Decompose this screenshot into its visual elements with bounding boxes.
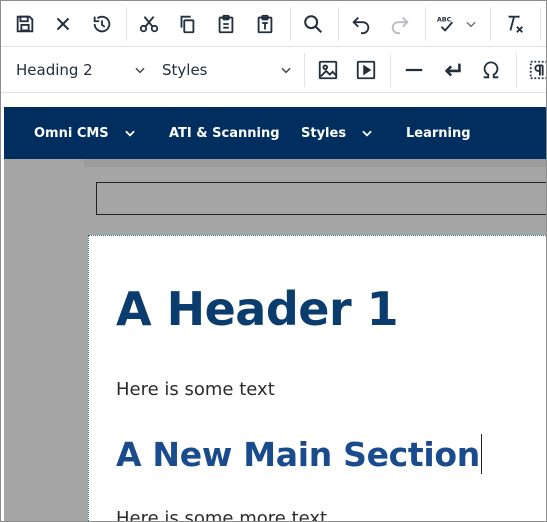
toolbar-separator <box>126 7 127 41</box>
nav-item-ati-scanning[interactable]: ATI & Scanning <box>169 107 280 159</box>
heading-2-text: A New Main Section <box>116 435 480 474</box>
undo-button[interactable] <box>344 8 378 40</box>
nav-item-learning[interactable]: Learning <box>406 107 471 159</box>
paragraph-2[interactable]: Here is some more text <box>116 508 327 521</box>
remove-format-icon <box>508 15 523 33</box>
nav-item-label: Styles <box>301 125 347 141</box>
horizontal-rule-button[interactable] <box>397 54 431 86</box>
toolbar-separator <box>390 53 391 87</box>
chevron-down-icon <box>135 67 145 74</box>
nav-item-label: ATI & Scanning <box>169 125 280 141</box>
search-button[interactable] <box>296 8 330 40</box>
styles-select-value: Styles <box>162 61 208 79</box>
save-icon <box>16 15 34 33</box>
editor-toolbar: ABC Heading 2 Styles <box>1 1 546 93</box>
cut-button[interactable] <box>132 8 166 40</box>
copy-icon <box>180 15 195 34</box>
search-icon <box>304 15 322 33</box>
paste-text-button[interactable] <box>248 8 282 40</box>
paragraph-icon <box>529 60 546 80</box>
toolbar-separator <box>516 53 517 87</box>
heading-2[interactable]: A New Main Section <box>116 434 482 474</box>
canvas-strip <box>84 159 546 167</box>
styles-select[interactable]: Styles <box>162 55 297 85</box>
redo-button[interactable] <box>383 8 417 40</box>
text-cursor <box>480 434 482 474</box>
paste-icon <box>218 14 234 34</box>
paragraph-1[interactable]: Here is some text <box>116 379 275 400</box>
restore-draft-icon <box>93 15 111 33</box>
spellcheck-label: ABC <box>437 15 452 23</box>
toolbar-separator <box>540 7 541 41</box>
paste-button[interactable] <box>209 8 243 40</box>
nav-item-label: Omni CMS <box>34 125 109 141</box>
block-format-value: Heading 2 <box>16 61 93 79</box>
redo-icon <box>391 16 409 35</box>
toolbar-separator <box>304 53 305 87</box>
editor-window: ABC Heading 2 Styles Omni CMS ATI & Scan… <box>0 0 547 522</box>
toolbar-row-2: Heading 2 Styles <box>1 47 546 93</box>
editable-content-area[interactable]: A Header 1 Here is some text A New Main … <box>88 235 546 521</box>
special-char-button[interactable] <box>474 54 508 86</box>
media-icon <box>356 60 376 80</box>
toolbar-row-1: ABC <box>1 1 546 47</box>
omega-icon <box>483 61 499 79</box>
remove-format-button[interactable] <box>498 8 532 40</box>
restore-draft-button[interactable] <box>85 8 119 40</box>
insert-media-button[interactable] <box>349 54 383 86</box>
save-button[interactable] <box>8 8 42 40</box>
chevron-down-icon <box>124 130 135 137</box>
close-icon <box>56 17 70 31</box>
chevron-down-icon <box>362 130 372 137</box>
line-break-button[interactable] <box>436 54 470 86</box>
chevron-down-icon <box>281 67 291 74</box>
toolbar-separator <box>338 7 339 41</box>
nav-item-styles[interactable]: Styles <box>301 107 374 159</box>
close-button[interactable] <box>46 8 80 40</box>
spellcheck-icon: ABC <box>437 15 454 32</box>
spellcheck-button[interactable]: ABC <box>431 8 481 40</box>
copy-button[interactable] <box>170 8 204 40</box>
block-format-select[interactable]: Heading 2 <box>16 55 151 85</box>
heading-1[interactable]: A Header 1 <box>116 282 399 336</box>
image-icon <box>318 60 338 80</box>
nav-item-omni-cms[interactable]: Omni CMS <box>34 107 137 159</box>
horizontal-rule-icon <box>405 68 423 72</box>
chevron-down-icon <box>466 21 476 28</box>
undo-icon <box>352 16 370 35</box>
toolbar-separator <box>425 7 426 41</box>
site-nav-bar: Omni CMS ATI & Scanning Styles Learning <box>4 107 546 159</box>
show-blocks-button[interactable] <box>522 54 546 86</box>
line-break-icon <box>444 63 461 77</box>
cut-icon <box>139 16 159 33</box>
nav-item-label: Learning <box>406 125 471 141</box>
toolbar-separator <box>490 7 491 41</box>
toolbar-separator <box>290 7 291 41</box>
empty-block-region[interactable] <box>96 182 546 215</box>
insert-image-button[interactable] <box>311 54 345 86</box>
paste-text-icon <box>257 14 273 34</box>
